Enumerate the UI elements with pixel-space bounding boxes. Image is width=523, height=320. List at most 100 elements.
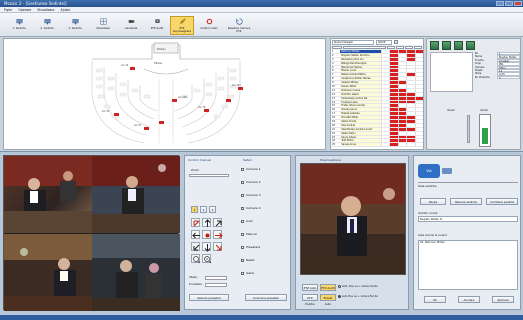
list-view-button[interactable] xyxy=(442,41,451,50)
vote-cell[interactable] xyxy=(397,85,406,88)
vote-cell[interactable] xyxy=(406,53,415,57)
current-speaker-field[interactable]: Bogdan Stefan D. xyxy=(418,216,518,222)
vote-cell[interactable] xyxy=(381,53,389,57)
vote-cell[interactable] xyxy=(381,143,389,147)
arrow-down-right-button[interactable] xyxy=(213,242,222,251)
vote-cell[interactable] xyxy=(381,92,389,96)
zoom-in-button[interactable] xyxy=(191,254,201,264)
vote-cell[interactable] xyxy=(406,77,414,81)
vote-cell[interactable] xyxy=(406,65,414,69)
vote-cell[interactable] xyxy=(397,135,407,139)
menu-file[interactable]: Fișier xyxy=(4,7,12,12)
preset-button-3[interactable]: 3 xyxy=(209,206,216,213)
grid-view-button[interactable] xyxy=(430,41,439,50)
vote-cell[interactable] xyxy=(414,127,423,131)
vote-cell[interactable] xyxy=(406,73,415,77)
main-camera-feed[interactable] xyxy=(300,163,406,275)
vote-cell[interactable] xyxy=(414,73,423,77)
vote-cell[interactable] xyxy=(381,88,389,92)
column-header[interactable] xyxy=(396,46,405,49)
arrow-right-button[interactable] xyxy=(213,230,223,239)
vote-cell[interactable] xyxy=(406,135,415,139)
vote-cell[interactable] xyxy=(414,100,423,104)
vote-cell[interactable] xyxy=(397,65,406,69)
vote-cell[interactable] xyxy=(381,116,389,120)
vote-cell[interactable] xyxy=(406,116,415,120)
vote-cell[interactable] xyxy=(397,104,406,108)
ptz-position-button[interactable]: PTZ Pozitie xyxy=(302,294,318,306)
vote-cell[interactable] xyxy=(406,88,414,92)
vote-cell[interactable] xyxy=(406,123,414,127)
load-presets-button[interactable]: Incarcare presetari xyxy=(245,294,287,301)
arrow-down-left-button[interactable] xyxy=(191,242,200,251)
speaker-list[interactable]: 01. Petrovici Mihail xyxy=(418,240,518,290)
vote-cell[interactable] xyxy=(389,65,398,69)
toolbar-button-session-1[interactable]: 1. Sedinta xyxy=(8,16,30,35)
vote-cell[interactable] xyxy=(397,139,407,143)
vote-cell[interactable] xyxy=(397,100,407,104)
camera-feed-2[interactable] xyxy=(92,156,180,233)
vote-cell[interactable] xyxy=(381,127,389,131)
vote-cell[interactable] xyxy=(389,127,398,131)
vote-cell[interactable] xyxy=(414,96,423,100)
vote-cell[interactable] xyxy=(389,57,398,61)
vote-cell[interactable] xyxy=(381,65,389,69)
camera-feed-4[interactable] xyxy=(92,234,180,311)
preset-auto-button[interactable]: Preset Auto xyxy=(320,294,336,306)
vote-cell[interactable] xyxy=(397,73,406,77)
vote-cell[interactable] xyxy=(406,143,414,147)
vote-cell[interactable] xyxy=(381,100,389,104)
vote-cell[interactable] xyxy=(414,120,423,123)
camera-feed-1[interactable] xyxy=(4,156,92,233)
vote-cell[interactable] xyxy=(397,131,406,135)
option-checkbox[interactable]: Camera 1 xyxy=(241,166,289,172)
vote-cell[interactable] xyxy=(389,104,398,108)
vote-cell[interactable] xyxy=(397,96,407,100)
arrow-up-button[interactable] xyxy=(202,218,211,227)
toolbar-button-session-3[interactable]: 3. Sedinta xyxy=(64,16,86,35)
vote-cell[interactable] xyxy=(397,116,407,120)
option-checkbox[interactable]: Iesire xyxy=(241,270,289,276)
vote-cell[interactable] xyxy=(406,50,415,53)
vote-cell[interactable] xyxy=(397,112,407,116)
vote-cell[interactable] xyxy=(397,57,406,61)
apply-button[interactable]: Aplicare xyxy=(492,296,514,303)
arrow-up-left-button[interactable] xyxy=(191,218,200,227)
vote-cell[interactable] xyxy=(381,131,389,135)
vote-cell[interactable] xyxy=(397,53,406,57)
option-checkbox[interactable]: Auto xyxy=(241,218,289,224)
vote-cell[interactable] xyxy=(406,85,414,88)
vote-cell[interactable] xyxy=(414,112,423,116)
option-checkbox[interactable]: Reset xyxy=(241,257,289,263)
vote-cell[interactable] xyxy=(406,92,415,96)
vote-cell[interactable] xyxy=(389,92,398,96)
minimize-button[interactable] xyxy=(496,1,504,6)
vote-cell[interactable] xyxy=(406,57,415,61)
vote-cell[interactable] xyxy=(389,143,398,147)
vote-cell[interactable] xyxy=(414,139,423,143)
vote-cell[interactable] xyxy=(406,96,415,100)
vote-cell[interactable] xyxy=(397,77,406,81)
vote-cell[interactable] xyxy=(414,92,423,96)
vote-cell[interactable] xyxy=(414,69,423,73)
vote-cell[interactable] xyxy=(414,108,423,112)
vote-cell[interactable] xyxy=(397,120,407,123)
vote-cell[interactable] xyxy=(397,127,407,131)
ptz-auto-button[interactable]: PTZ Auto xyxy=(302,284,318,291)
vote-cell[interactable] xyxy=(389,77,398,81)
toolbar-button-reset-ptz[interactable]: Resetare Camere PTZ xyxy=(226,16,252,35)
vote-cell[interactable] xyxy=(414,135,423,139)
column-header[interactable] xyxy=(342,46,387,49)
arrow-left-button[interactable] xyxy=(191,230,200,239)
vote-cell[interactable] xyxy=(389,123,398,127)
vote-cell[interactable] xyxy=(381,85,389,88)
column-header[interactable] xyxy=(414,46,423,49)
vote-cell[interactable] xyxy=(389,96,398,100)
vote-cell[interactable] xyxy=(381,69,389,73)
vote-cell[interactable] xyxy=(381,123,389,127)
vote-cell[interactable] xyxy=(397,88,407,92)
focus-input[interactable] xyxy=(205,283,227,287)
vote-cell[interactable] xyxy=(414,81,423,85)
vote-cell[interactable] xyxy=(397,69,406,73)
close-session-button[interactable]: Inchidere sedinta xyxy=(486,198,518,205)
